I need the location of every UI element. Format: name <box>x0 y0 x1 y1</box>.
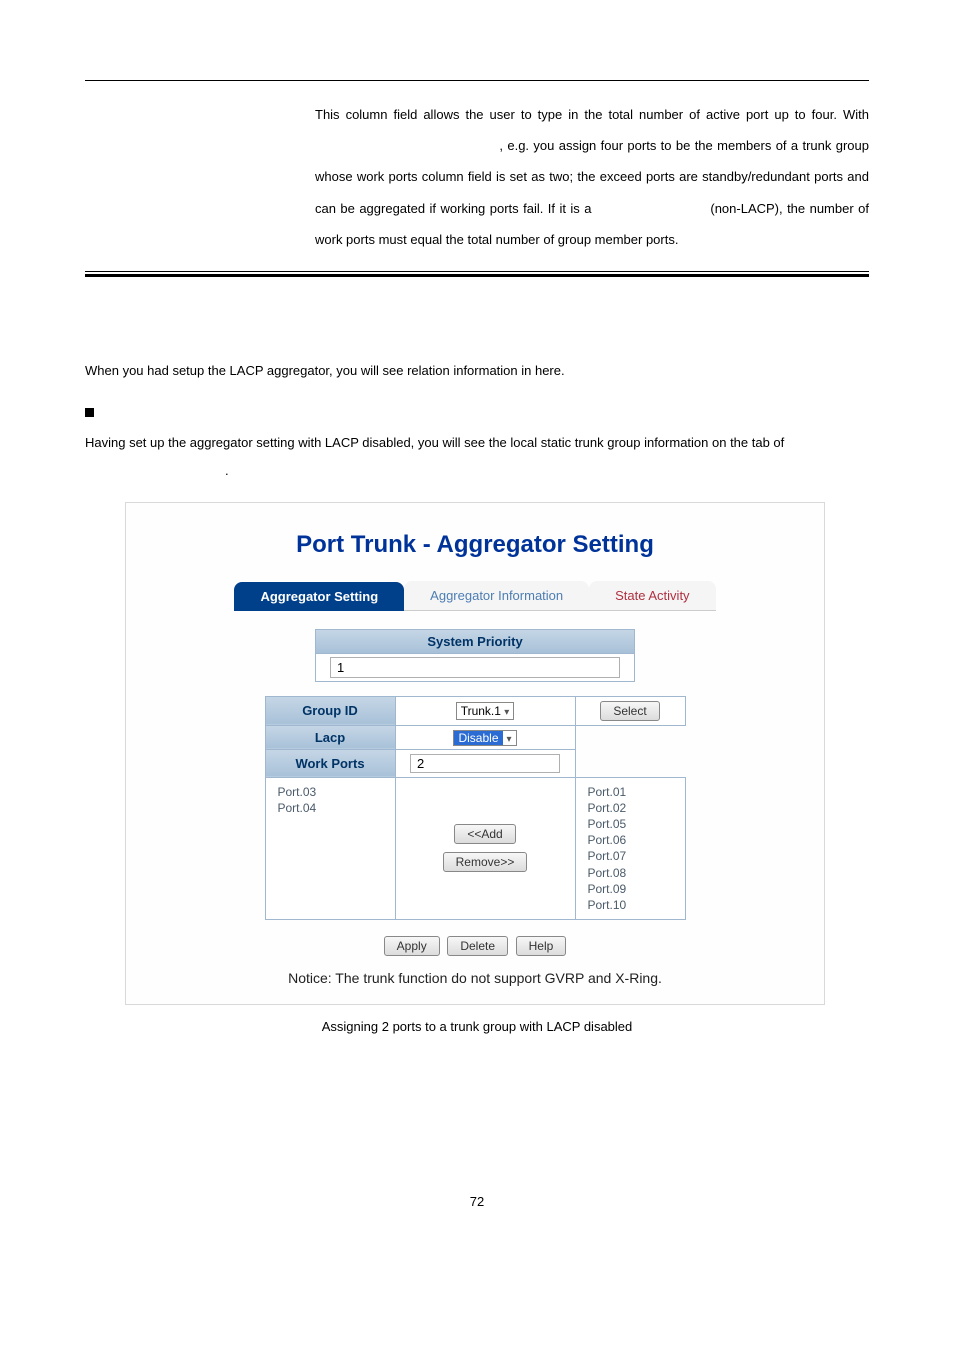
tab-mid-label: Aggregator Information <box>430 588 563 603</box>
tab-aggregator-information[interactable]: Aggregator Information <box>404 581 589 611</box>
delete-button[interactable]: Delete <box>447 936 508 956</box>
p-line1: This column field allows the user to typ… <box>315 107 806 122</box>
page-number: 72 <box>85 1194 869 1209</box>
apply-button[interactable]: Apply <box>384 936 440 956</box>
notice-text: Notice: The trunk function do not suppor… <box>146 970 804 986</box>
lacp-select[interactable]: Disable▾ <box>453 730 516 746</box>
body-paragraph-1: When you had setup the LACP aggregator, … <box>85 357 869 386</box>
p-line5a: ports fail. If it is a <box>490 201 592 216</box>
body-paragraph-2: Having set up the aggregator setting wit… <box>85 429 869 486</box>
tab-last-label: State Activity <box>615 588 689 603</box>
help-button[interactable]: Help <box>516 936 567 956</box>
available-ports-list[interactable]: Port.01Port.02Port.05Port.06Port.07Port.… <box>584 782 677 916</box>
tab-state-activity[interactable]: State Activity <box>589 581 715 611</box>
action-buttons-row: Apply Delete Help <box>146 936 804 956</box>
figure-caption: Assigning 2 ports to a trunk group with … <box>85 1019 869 1034</box>
lacp-label: Lacp <box>265 725 395 749</box>
system-priority-label: System Priority <box>316 630 634 654</box>
tab-bar: Aggregator Setting Aggregator Informatio… <box>146 581 804 611</box>
header-rule <box>85 80 869 81</box>
screenshot-figure: Port Trunk - Aggregator Setting Aggregat… <box>125 502 825 1006</box>
group-id-value: Trunk.1 <box>461 704 501 718</box>
add-button[interactable]: <<Add <box>454 824 515 844</box>
selected-ports-list[interactable]: Port.03 Port.04 <box>274 782 387 818</box>
lacp-value: Disable <box>454 731 502 745</box>
body2-text: Having set up the aggregator setting wit… <box>85 435 784 450</box>
body1-text: When you had setup the LACP aggregator, … <box>85 363 565 378</box>
p-line2a: four. With <box>812 107 869 122</box>
work-ports-input[interactable] <box>410 754 560 773</box>
system-priority-box: System Priority <box>315 629 635 682</box>
group-id-select[interactable]: Trunk.1 <box>456 702 515 720</box>
figure-title: Port Trunk - Aggregator Setting <box>146 531 804 559</box>
work-ports-label: Work Ports <box>265 749 395 777</box>
group-id-label: Group ID <box>265 696 395 725</box>
remove-button[interactable]: Remove>> <box>443 852 528 872</box>
select-button[interactable]: Select <box>600 701 659 721</box>
bullet-item <box>85 404 869 419</box>
tab-active-label: Aggregator Setting <box>260 589 378 604</box>
system-priority-input[interactable] <box>330 657 620 678</box>
p-line6: equal the total number of group member p… <box>410 232 678 247</box>
body2-trail: . <box>225 463 229 478</box>
p-line2b: , e.g. you assign four ports to be the <box>499 138 712 153</box>
top-paragraph: This column field allows the user to typ… <box>315 99 869 255</box>
settings-table: Group ID Trunk.1 Select Lacp Disable▾ <box>265 696 686 921</box>
tab-aggregator-setting[interactable]: Aggregator Setting <box>234 582 404 611</box>
square-bullet-icon <box>85 408 94 417</box>
